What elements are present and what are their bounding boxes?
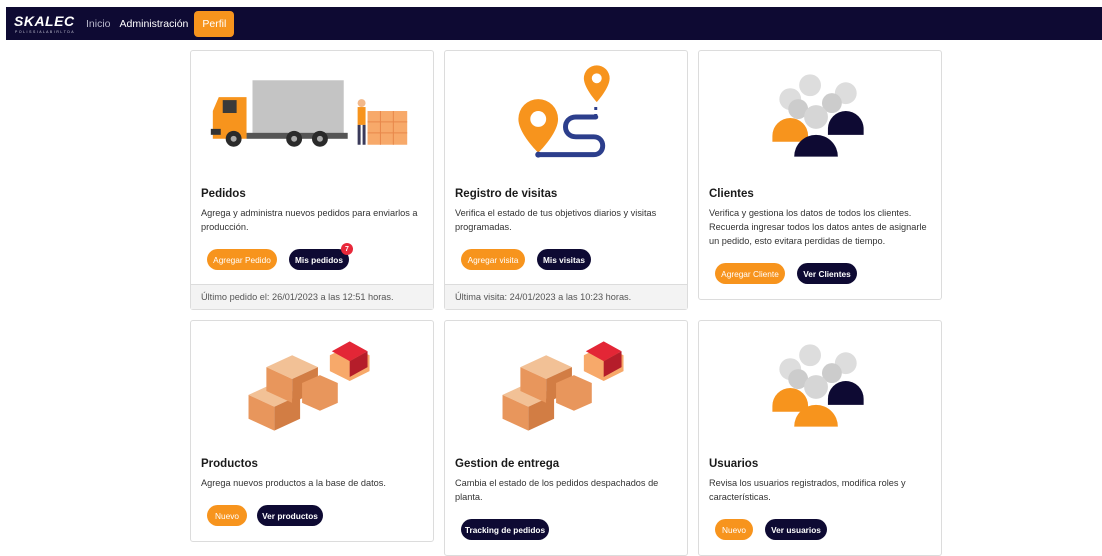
card-description: Agrega y administra nuevos pedidos para … <box>201 208 418 232</box>
nav-inicio[interactable]: Inicio <box>86 18 111 30</box>
card-title: Pedidos <box>201 188 246 200</box>
card-description: Agrega nuevos productos a la base de dat… <box>201 478 386 488</box>
card-usuarios: Usuarios Revisa los usuarios registrados… <box>698 320 942 556</box>
card-description: Verifica y gestiona los datos de todos l… <box>709 208 927 246</box>
card-description: Verifica el estado de tus objetivos diar… <box>455 208 657 232</box>
map-route-illustration <box>518 65 610 158</box>
brand-logo[interactable]: SKALEC P O L I S S I A L A B I R L T D A <box>14 11 75 37</box>
card-description: Revisa los usuarios registrados, modific… <box>709 478 906 502</box>
top-navbar: SKALEC P O L I S S I A L A B I R L T D A… <box>6 7 1102 40</box>
ver-clientes-button[interactable]: Ver Clientes <box>797 263 857 284</box>
nav-perfil[interactable]: Perfil <box>194 10 235 37</box>
card-title: Registro de visitas <box>455 188 558 200</box>
mis-visitas-button[interactable]: Mis visitas <box>537 249 591 270</box>
brand-tagline: P O L I S S I A L A B I R L T D A <box>15 29 74 34</box>
card-title: Gestion de entrega <box>455 458 560 470</box>
mis-pedidos-button[interactable]: Mis pedidos 7 <box>289 243 353 270</box>
notification-badge: 7 <box>341 243 353 255</box>
users-group-illustration <box>772 344 864 427</box>
nav-administracion[interactable]: Administración <box>120 18 189 30</box>
card-entrega: Gestion de entrega Cambia el estado de l… <box>444 320 688 556</box>
boxes-illustration <box>502 341 624 431</box>
card-title: Usuarios <box>709 458 759 470</box>
agregar-visita-button[interactable]: Agregar visita <box>461 249 525 270</box>
card-title: Productos <box>201 458 258 470</box>
tracking-pedidos-button[interactable]: Tracking de pedidos <box>461 519 549 540</box>
agregar-cliente-button[interactable]: Agregar Cliente <box>715 263 785 284</box>
card-footer: Última visita: 24/01/2023 a las 10:23 ho… <box>445 284 687 309</box>
card-footer: Último pedido el: 26/01/2023 a las 12:51… <box>191 284 433 309</box>
agregar-pedido-button[interactable]: Agregar Pedido <box>207 249 277 270</box>
ver-usuarios-button[interactable]: Ver usuarios <box>765 519 827 540</box>
users-group-illustration <box>772 74 864 157</box>
nuevo-usuario-button[interactable]: Nuevo <box>715 519 753 540</box>
brand-name: SKALEC <box>14 12 75 29</box>
card-description: Cambia el estado de los pedidos despacha… <box>455 478 659 502</box>
card-productos: Productos Agrega nuevos productos a la b… <box>190 320 434 542</box>
card-clientes: Clientes Verifica y gestiona los datos d… <box>698 50 942 300</box>
boxes-illustration <box>248 341 370 431</box>
ver-productos-button[interactable]: Ver productos <box>257 505 323 526</box>
delivery-truck-illustration <box>210 80 408 147</box>
button-label: Mis pedidos <box>295 254 343 265</box>
card-title: Clientes <box>709 188 754 200</box>
card-visitas: Registro de visitas Verifica el estado d… <box>444 50 688 310</box>
card-pedidos: Pedidos Agrega y administra nuevos pedid… <box>190 50 434 310</box>
nuevo-producto-button[interactable]: Nuevo <box>207 505 247 526</box>
